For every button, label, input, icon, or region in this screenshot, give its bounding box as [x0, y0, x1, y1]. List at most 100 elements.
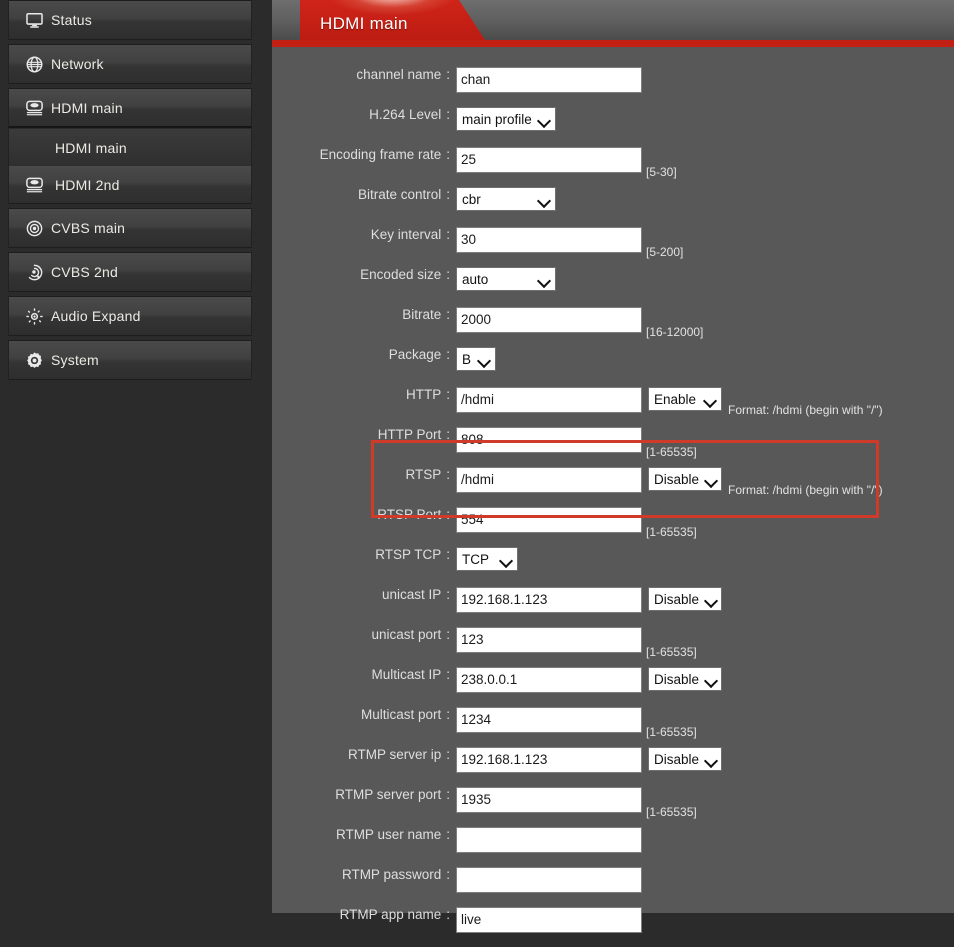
label-text: Multicast IP: [371, 667, 442, 682]
select-http-state[interactable]: Enable: [648, 387, 722, 411]
input-rtmp-user-name[interactable]: [456, 827, 642, 853]
chevron-down-icon: [705, 593, 718, 606]
label-text: RTMP server port: [335, 787, 442, 802]
label-colon: :: [446, 67, 450, 82]
form-row-multicast-ip: Multicast IP:238.0.0.1 Disable: [272, 667, 954, 707]
input-key-interval[interactable]: 30: [456, 227, 642, 253]
sidebar-subitem-hdmi-2nd[interactable]: HDMI 2nd: [8, 166, 252, 204]
field-label-multicast-port: Multicast port:: [272, 707, 450, 722]
chevron-down-icon: [705, 753, 718, 766]
field-hint-http: Format: /hdmi (begin with "/"): [728, 403, 883, 417]
sidebar-item-label: CVBS main: [51, 220, 126, 236]
input-multicast-ip[interactable]: 238.0.0.1: [456, 667, 642, 693]
form-row-h-264-level: H.264 Level: main profile: [272, 107, 954, 147]
label-text: Multicast port: [360, 707, 442, 722]
tab-hdmi-main[interactable]: HDMI main: [300, 0, 485, 47]
label-text: Encoded size: [360, 267, 442, 282]
sidebar-item-label: CVBS 2nd: [51, 264, 118, 280]
label-colon: :: [446, 147, 450, 162]
field-label-package: Package:: [272, 347, 450, 362]
input-http[interactable]: /hdmi: [456, 387, 642, 413]
input-rtmp-server-ip[interactable]: 192.168.1.123: [456, 747, 642, 773]
form-row-rtmp-password: RTMP password:: [272, 867, 954, 907]
field-label-rtsp-tcp: RTSP TCP:: [272, 547, 450, 562]
select-value: Disable: [654, 751, 700, 767]
label-text: RTMP server ip: [347, 747, 442, 762]
sidebar-subitem-hdmi-main[interactable]: HDMI main: [8, 128, 252, 166]
input-channel-name[interactable]: chan: [456, 67, 642, 93]
sidebar-item-label: HDMI main: [55, 139, 127, 156]
select-value: Disable: [654, 471, 700, 487]
input-rtmp-app-name[interactable]: live: [456, 907, 642, 933]
select-unicast-ip-state[interactable]: Disable: [648, 587, 722, 611]
select-rtmp-server-ip-state[interactable]: Disable: [648, 747, 722, 771]
input-unicast-ip[interactable]: 192.168.1.123: [456, 587, 642, 613]
form-row-multicast-port: Multicast port: 1234 [1-65535]: [272, 707, 954, 747]
sidebar-item-label: Audio Expand: [51, 308, 141, 324]
input-rtsp[interactable]: /hdmi: [456, 467, 642, 493]
sidebar-item-cvbs-2nd[interactable]: CVBS 2nd: [8, 252, 252, 292]
field-hint-rtsp: Format: /hdmi (begin with "/"): [728, 483, 883, 497]
cvbs-icon: [17, 219, 51, 238]
field-label-encoding-frame-rate: Encoding frame rate:: [272, 147, 450, 162]
field-hint-rtmp-server-port: [1-65535]: [646, 805, 697, 819]
input-rtmp-server-port[interactable]: 1935: [456, 787, 642, 813]
select-rtsp-state[interactable]: Disable: [648, 467, 722, 491]
field-label-unicast-ip: unicast IP:: [272, 587, 450, 602]
select-bitrate-control[interactable]: cbr: [456, 187, 556, 211]
field-hint-encoding-frame-rate: [5-30]: [646, 165, 677, 179]
select-value: auto: [462, 271, 489, 287]
label-text: Bitrate control: [357, 187, 442, 202]
form-row-channel-name: channel name: chan: [272, 67, 954, 107]
select-value: Enable: [654, 391, 697, 407]
select-multicast-ip-state[interactable]: Disable: [648, 667, 722, 691]
input-bitrate[interactable]: 2000: [456, 307, 642, 333]
sidebar-item-status[interactable]: Status: [8, 0, 252, 40]
select-h-264-level[interactable]: main profile: [456, 107, 556, 131]
hdmi-main-settings-form: channel name: chan H.264 Level: main profil…: [272, 47, 954, 947]
app-root: Status Network HDMI main HDMI main HDMI 2nd C…: [0, 0, 954, 933]
input-unicast-port[interactable]: 123: [456, 627, 642, 653]
content-panel: HDMI main channel name: chan H.264 Level: m…: [272, 0, 954, 933]
label-text: Encoding frame rate: [319, 147, 442, 162]
form-row-rtmp-user-name: RTMP user name:: [272, 827, 954, 867]
chevron-down-icon: [538, 193, 551, 206]
select-encoded-size[interactable]: auto: [456, 267, 556, 291]
label-text: RTSP TCP: [375, 547, 442, 562]
label-colon: :: [446, 627, 450, 642]
field-label-rtmp-server-port: RTMP server port:: [272, 787, 450, 802]
form-row-unicast-ip: unicast IP: 192.168.1.123 Disable: [272, 587, 954, 627]
form-row-bitrate-control: Bitrate control: cbr: [272, 187, 954, 227]
sidebar-item-system[interactable]: System: [8, 340, 252, 380]
field-hint-multicast-port: [1-65535]: [646, 725, 697, 739]
field-label-rtmp-app-name: RTMP app name:: [272, 907, 450, 922]
label-text: HTTP Port: [377, 427, 442, 442]
select-package[interactable]: B: [456, 347, 496, 371]
field-label-h-264-level: H.264 Level:: [272, 107, 450, 122]
field-label-http-port: HTTP Port:: [272, 427, 450, 442]
input-rtmp-password[interactable]: [456, 867, 642, 893]
sidebar-item-audio-expand[interactable]: Audio Expand: [8, 296, 252, 336]
label-text: RTMP app name: [339, 907, 442, 922]
label-text: RTMP password: [341, 867, 442, 882]
input-rtsp-port[interactable]: 554: [456, 507, 642, 533]
label-colon: :: [446, 387, 450, 402]
label-colon: :: [446, 187, 450, 202]
globe-icon: [17, 55, 51, 74]
label-text: RTSP: [405, 467, 442, 482]
form-row-rtmp-server-ip: RTMP server ip: 192.168.1.123 Disable: [272, 747, 954, 787]
select-value: cbr: [462, 191, 481, 207]
field-label-rtsp-port: RTSP Port:: [272, 507, 450, 522]
audio-expand-icon: [17, 307, 51, 326]
input-multicast-port[interactable]: 1234: [456, 707, 642, 733]
sidebar-item-cvbs-main[interactable]: CVBS main: [8, 208, 252, 248]
input-encoding-frame-rate[interactable]: 25: [456, 147, 642, 173]
form-row-bitrate: Bitrate:2000 [16-12000]: [272, 307, 954, 347]
field-label-bitrate: Bitrate:: [272, 307, 450, 322]
select-rtsp-tcp[interactable]: TCP: [456, 547, 518, 571]
sidebar-group-hdmi-main[interactable]: HDMI main: [8, 88, 252, 128]
sidebar-item-network[interactable]: Network: [8, 44, 252, 84]
field-label-rtmp-server-ip: RTMP server ip:: [272, 747, 450, 762]
select-value: Disable: [654, 671, 700, 687]
input-http-port[interactable]: 808: [456, 427, 642, 453]
